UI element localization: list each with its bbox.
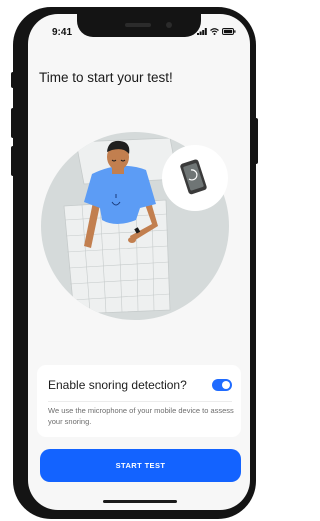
home-indicator[interactable] [103, 500, 177, 503]
toggle-knob [222, 381, 230, 389]
volume-down-button [11, 146, 15, 176]
mute-switch [11, 72, 15, 88]
snoring-detection-toggle[interactable] [212, 379, 232, 391]
start-test-button[interactable]: START TEST [40, 449, 241, 482]
volume-up-button [11, 108, 15, 138]
power-button [254, 118, 258, 164]
divider [48, 401, 232, 402]
snoring-description: We use the microphone of your mobile dev… [48, 406, 234, 426]
sleeping-person-illustration [41, 132, 229, 320]
app-screen: 9:41 Time to start your test! Enable sno… [28, 14, 250, 510]
snoring-toggle-label: Enable snoring detection? [48, 378, 187, 392]
snoring-detection-card: Enable snoring detection? We use the mic… [37, 365, 241, 437]
